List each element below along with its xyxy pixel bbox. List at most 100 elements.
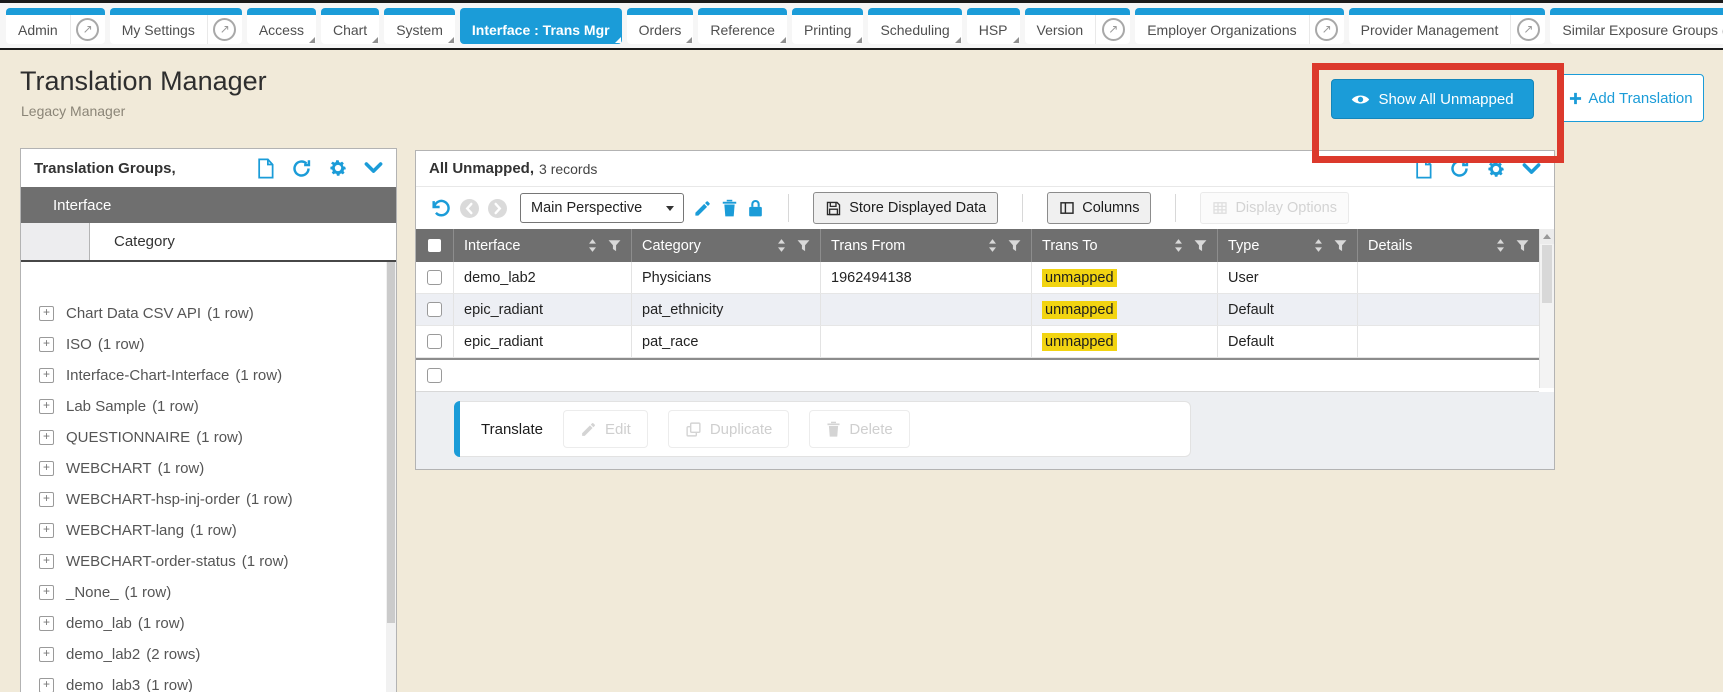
tab-admin[interactable]: Admin↗ <box>6 8 105 44</box>
sort-icon[interactable] <box>1312 238 1325 253</box>
select-all-checkbox[interactable] <box>428 239 441 252</box>
tab-employer-organizations[interactable]: Employer Organizations↗ <box>1135 8 1343 44</box>
tab-orders[interactable]: Orders <box>627 8 694 44</box>
column-header-category[interactable]: Category <box>631 229 820 262</box>
tab-scheduling[interactable]: Scheduling <box>868 8 961 44</box>
filter-funnel-icon[interactable] <box>1333 238 1348 253</box>
scrollbar-thumb[interactable] <box>387 262 395 623</box>
sort-icon[interactable] <box>986 238 999 253</box>
tab-reference[interactable]: Reference <box>698 8 787 44</box>
group-item-demo-lab2[interactable]: demo_lab2(2 rows) <box>21 639 396 670</box>
tab-access[interactable]: Access <box>247 8 316 44</box>
row-checkbox[interactable] <box>427 368 442 383</box>
group-item-lab-sample[interactable]: Lab Sample(1 row) <box>21 391 396 422</box>
column-header-type[interactable]: Type <box>1217 229 1357 262</box>
prev-page-button[interactable] <box>460 199 479 218</box>
expand-plus-icon[interactable] <box>39 678 54 692</box>
expand-plus-icon[interactable] <box>39 430 54 445</box>
expand-plus-icon[interactable] <box>39 492 54 507</box>
row-checkbox[interactable] <box>427 302 442 317</box>
expand-plus-icon[interactable] <box>39 554 54 569</box>
tab-interface-trans-mgr[interactable]: Interface : Trans Mgr <box>460 8 622 44</box>
group-item-interface-chart-interface[interactable]: Interface-Chart-Interface(1 row) <box>21 360 396 391</box>
sort-icon[interactable] <box>1494 238 1507 253</box>
group-item-questionnaire[interactable]: QUESTIONNAIRE(1 row) <box>21 422 396 453</box>
row-checkbox[interactable] <box>427 270 442 285</box>
tab-system[interactable]: System <box>384 8 455 44</box>
store-displayed-data-button[interactable]: Store Displayed Data <box>813 192 998 224</box>
perspective-select[interactable]: Main Perspective <box>520 193 684 223</box>
row-checkbox[interactable] <box>427 334 442 349</box>
external-link-icon[interactable]: ↗ <box>1095 15 1130 44</box>
table-scrollbar[interactable] <box>1539 229 1554 388</box>
filter-funnel-icon[interactable] <box>796 238 811 253</box>
group-item-demo-lab[interactable]: demo_lab(1 row) <box>21 608 396 639</box>
filter-funnel-icon[interactable] <box>1007 238 1022 253</box>
filter-funnel-icon[interactable] <box>607 238 622 253</box>
gear-icon[interactable] <box>328 158 348 178</box>
expand-plus-icon[interactable] <box>39 368 54 383</box>
undo-icon[interactable] <box>430 198 451 219</box>
interface-group-header[interactable]: Interface <box>21 187 396 223</box>
duplicate-button[interactable]: Duplicate <box>668 410 790 448</box>
tab-printing[interactable]: Printing <box>792 8 863 44</box>
refresh-icon[interactable] <box>1449 158 1470 179</box>
group-item-none[interactable]: _None_(1 row) <box>21 577 396 608</box>
tab-my-settings[interactable]: My Settings↗ <box>110 8 242 44</box>
next-page-button[interactable] <box>488 199 507 218</box>
group-item-webchart[interactable]: WEBCHART(1 row) <box>21 453 396 484</box>
tab-similar-exposure-groups-segs[interactable]: Similar Exposure Groups (SEGs) <box>1550 8 1723 44</box>
expand-plus-icon[interactable] <box>39 523 54 538</box>
expand-plus-icon[interactable] <box>39 616 54 631</box>
group-item-webchart-order-status[interactable]: WEBCHART-order-status(1 row) <box>21 546 396 577</box>
delete-button[interactable]: Delete <box>809 410 909 448</box>
columns-button[interactable]: Columns <box>1047 192 1151 224</box>
scrollbar-thumb[interactable] <box>1542 245 1552 303</box>
expand-plus-icon[interactable] <box>39 306 54 321</box>
chevron-down-icon[interactable] <box>1522 162 1541 176</box>
gear-icon[interactable] <box>1486 159 1506 179</box>
filter-funnel-icon[interactable] <box>1515 238 1530 253</box>
new-document-icon[interactable] <box>256 158 275 179</box>
translate-tab[interactable]: Translate <box>481 421 543 438</box>
edit-pencil-icon[interactable] <box>693 199 712 218</box>
filter-funnel-icon[interactable] <box>1193 238 1208 253</box>
group-item-webchart-lang[interactable]: WEBCHART-lang(1 row) <box>21 515 396 546</box>
column-header-interface[interactable]: Interface <box>453 229 631 262</box>
group-item-webchart-hsp-inj-order[interactable]: WEBCHART-hsp-inj-order(1 row) <box>21 484 396 515</box>
column-header-trans-to[interactable]: Trans To <box>1031 229 1217 262</box>
external-link-icon[interactable]: ↗ <box>1510 15 1545 44</box>
table-row[interactable]: epic_radiantpat_raceunmappedDefault <box>416 326 1539 358</box>
sort-icon[interactable] <box>1172 238 1185 253</box>
show-all-unmapped-button[interactable]: Show All Unmapped <box>1331 79 1534 119</box>
tab-version[interactable]: Version↗ <box>1025 8 1131 44</box>
column-header-details[interactable]: Details <box>1357 229 1539 262</box>
chevron-down-icon[interactable] <box>364 161 383 175</box>
edit-button[interactable]: Edit <box>563 410 648 448</box>
tab-chart[interactable]: Chart <box>321 8 379 44</box>
expand-plus-icon[interactable] <box>39 337 54 352</box>
group-item-demo-lab3[interactable]: demo_lab3(1 row) <box>21 670 396 692</box>
external-link-icon[interactable]: ↗ <box>207 15 242 44</box>
delete-trash-icon[interactable] <box>721 199 738 218</box>
table-row[interactable]: epic_radiantpat_ethnicityunmappedDefault <box>416 294 1539 326</box>
external-link-icon[interactable]: ↗ <box>70 15 105 44</box>
expand-plus-icon[interactable] <box>39 647 54 662</box>
expand-plus-icon[interactable] <box>39 585 54 600</box>
display-options-button[interactable]: Display Options <box>1200 192 1349 224</box>
tab-provider-management[interactable]: Provider Management↗ <box>1349 8 1546 44</box>
lock-icon[interactable] <box>747 199 764 218</box>
column-header-trans-from[interactable]: Trans From <box>820 229 1031 262</box>
external-link-icon[interactable]: ↗ <box>1309 15 1344 44</box>
expand-plus-icon[interactable] <box>39 461 54 476</box>
refresh-icon[interactable] <box>291 158 312 179</box>
new-document-icon[interactable] <box>1414 158 1433 179</box>
group-item-chart-data-csv-api[interactable]: Chart Data CSV API(1 row) <box>21 298 396 329</box>
add-translation-button[interactable]: Add Translation <box>1558 74 1704 122</box>
expand-plus-icon[interactable] <box>39 399 54 414</box>
category-group-header[interactable]: Category <box>21 223 396 262</box>
sort-icon[interactable] <box>775 238 788 253</box>
sort-icon[interactable] <box>586 238 599 253</box>
table-row[interactable]: demo_lab2Physicians1962494138unmappedUse… <box>416 262 1539 294</box>
group-item-iso[interactable]: ISO(1 row) <box>21 329 396 360</box>
